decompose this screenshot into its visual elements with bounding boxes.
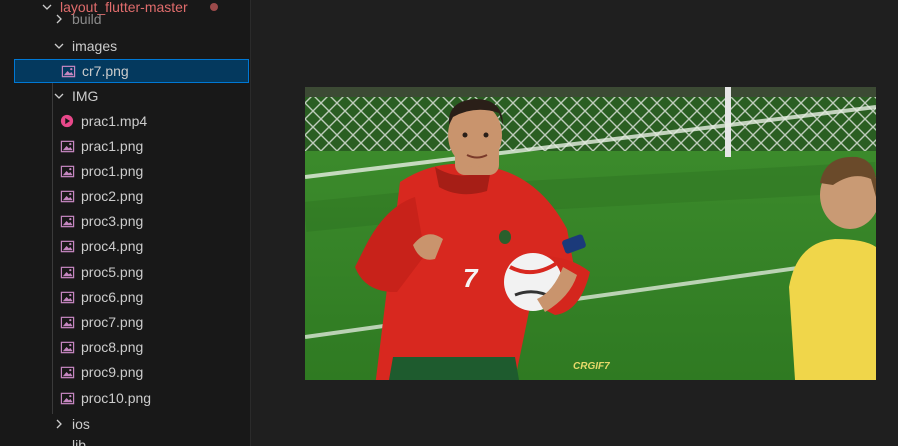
chevron-right-icon: [52, 417, 66, 431]
file-label: cr7.png: [82, 63, 129, 79]
tree-folder-img[interactable]: IMG: [14, 84, 248, 108]
file-label: prac1.mp4: [81, 113, 148, 129]
tree-folder-images[interactable]: images: [14, 34, 248, 58]
folder-label: IMG: [72, 88, 99, 104]
file-label: proc3.png: [81, 213, 144, 229]
tree-file-proc4[interactable]: proc4.png: [14, 234, 248, 258]
folder-label: ios: [72, 416, 90, 432]
tree-file-proc6[interactable]: proc6.png: [14, 285, 248, 309]
tree-file-proc5[interactable]: proc5.png: [14, 260, 248, 284]
chevron-down-icon: [52, 89, 66, 103]
image-file-icon: [59, 314, 75, 330]
jersey-number: 7: [463, 263, 479, 293]
tree-folder-build[interactable]: build: [14, 10, 248, 28]
image-file-icon: [59, 264, 75, 280]
chevron-down-icon: [52, 39, 66, 53]
folder-label: build: [72, 11, 102, 27]
file-label: prac1.png: [81, 138, 144, 154]
image-file-icon: [59, 188, 75, 204]
tree-folder-ios[interactable]: ios: [14, 412, 248, 436]
image-file-icon: [59, 289, 75, 305]
tree-file-proc8[interactable]: proc8.png: [14, 335, 248, 359]
chevron-right-icon: [52, 12, 66, 26]
tree-file-prac1-mp4[interactable]: prac1.mp4: [14, 109, 248, 133]
image-file-icon: [59, 163, 75, 179]
image-file-icon: [59, 238, 75, 254]
file-label: proc4.png: [81, 238, 144, 254]
file-label: proc7.png: [81, 314, 144, 330]
watermark-text: CRGIF7: [573, 361, 610, 372]
tree-file-prac1-png[interactable]: prac1.png: [14, 134, 248, 158]
file-label: proc6.png: [81, 289, 144, 305]
image-file-icon: [59, 339, 75, 355]
tree-file-proc1[interactable]: proc1.png: [14, 159, 248, 183]
tree-file-proc2[interactable]: proc2.png: [14, 184, 248, 208]
image-file-icon: [59, 138, 75, 154]
file-label: proc1.png: [81, 163, 144, 179]
tree-folder-lib[interactable]: lib: [14, 436, 248, 446]
image-preview: 7 CRGIF7: [305, 87, 876, 380]
folder-label: lib: [72, 437, 87, 446]
tree-file-cr7[interactable]: cr7.png: [14, 59, 249, 83]
tree-file-proc9[interactable]: proc9.png: [14, 360, 248, 384]
image-file-icon: [60, 63, 76, 79]
tree-file-proc3[interactable]: proc3.png: [14, 209, 248, 233]
file-label: proc9.png: [81, 364, 144, 380]
video-file-icon: [59, 113, 75, 129]
explorer-panel: layout_flutter-master build images cr7.p…: [14, 0, 251, 446]
image-file-icon: [59, 213, 75, 229]
image-file-icon: [59, 364, 75, 380]
tree-file-proc10[interactable]: proc10.png: [14, 386, 248, 410]
activity-bar: [0, 0, 14, 446]
file-label: proc2.png: [81, 188, 144, 204]
file-label: proc10.png: [81, 390, 152, 406]
tree-file-proc7[interactable]: proc7.png: [14, 310, 248, 334]
image-file-icon: [59, 390, 75, 406]
file-label: proc5.png: [81, 264, 144, 280]
file-label: proc8.png: [81, 339, 144, 355]
cr7-photo: 7 CRGIF7: [305, 87, 876, 380]
folder-label: images: [72, 38, 118, 54]
